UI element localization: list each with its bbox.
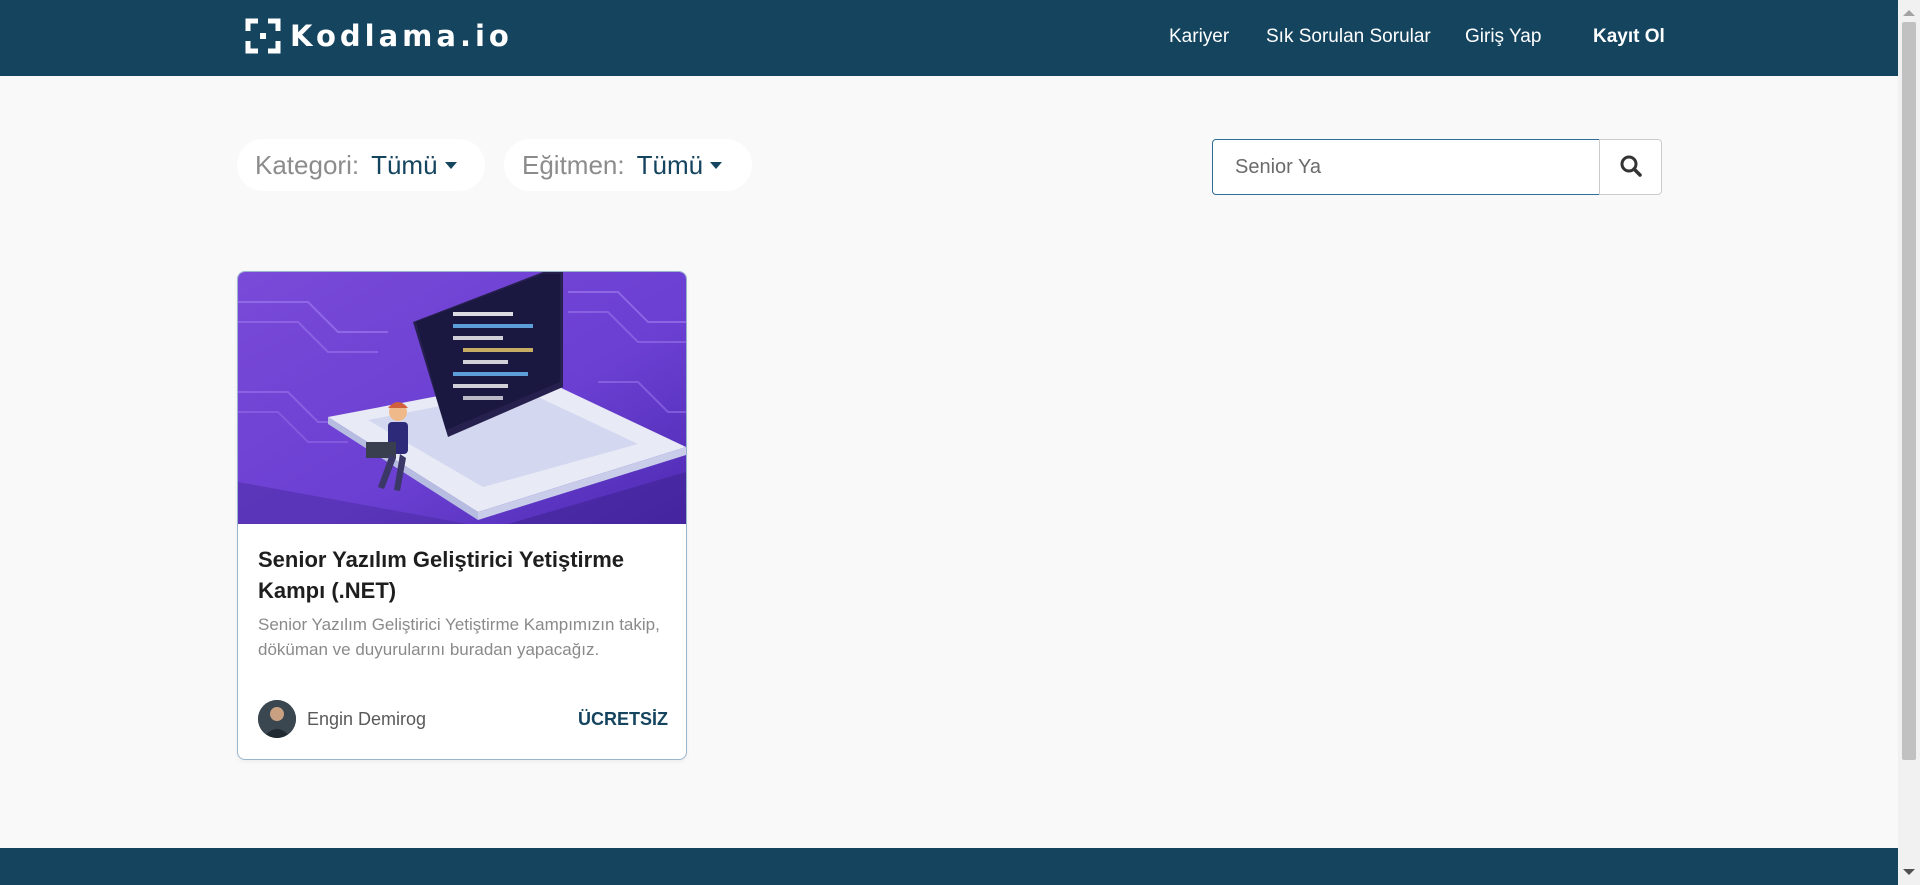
instructor-filter[interactable]: Eğitmen: Tümü <box>504 139 752 191</box>
footer <box>0 848 1898 885</box>
course-card[interactable]: Senior Yazılım Geliştirici Yetiştirme Ka… <box>237 271 687 760</box>
scroll-down-icon[interactable] <box>1903 869 1915 875</box>
top-navbar: Kodlama.io Kariyer Sık Sorulan Sorular G… <box>0 0 1898 76</box>
nav-career[interactable]: Kariyer <box>1169 26 1229 48</box>
price-badge: ÜCRETSİZ <box>578 708 668 729</box>
logo-mark-icon <box>245 18 281 54</box>
search-input[interactable] <box>1212 139 1600 195</box>
chevron-down-icon <box>710 161 723 169</box>
instructor-filter-label: Eğitmen: <box>522 149 625 180</box>
avatar <box>258 700 296 738</box>
chevron-down-icon <box>444 161 457 169</box>
nav-faq[interactable]: Sık Sorulan Sorular <box>1266 26 1431 48</box>
category-filter-label: Kategori: <box>255 149 360 180</box>
course-card-footer: Engin Demirog ÜCRETSİZ <box>258 700 668 738</box>
course-thumbnail <box>238 272 686 524</box>
instructor-name: Engin Demirog <box>307 708 427 729</box>
category-filter[interactable]: Kategori: Tümü <box>237 139 485 191</box>
nav-login[interactable]: Giriş Yap <box>1465 26 1541 48</box>
instructor-filter-value[interactable]: Tümü <box>637 150 703 181</box>
course-description: Senior Yazılım Geliştirici Yetiştirme Ka… <box>258 615 660 659</box>
search-icon <box>1619 154 1643 181</box>
nav-register[interactable]: Kayıt Ol <box>1593 26 1665 48</box>
scroll-thumb[interactable] <box>1902 22 1916 760</box>
logo[interactable]: Kodlama.io <box>245 18 513 54</box>
logo-text: Kodlama.io <box>290 19 513 53</box>
scroll-up-icon[interactable] <box>1903 10 1915 16</box>
search-button[interactable] <box>1599 139 1662 195</box>
course-title[interactable]: Senior Yazılım Geliştirici Yetiştirme Ka… <box>258 544 668 606</box>
category-filter-value[interactable]: Tümü <box>371 150 437 181</box>
vertical-scrollbar[interactable] <box>1898 0 1920 885</box>
